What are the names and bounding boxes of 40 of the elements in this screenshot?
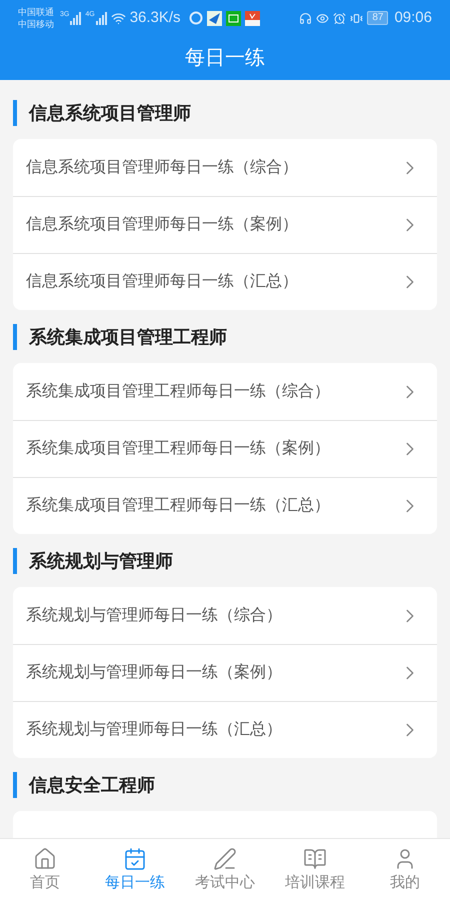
headphones-icon [299,12,312,24]
accent-bar [13,324,17,350]
accent-bar [13,100,17,126]
tab[interactable]: 考试中心 [180,839,270,900]
network-speed: 36.3K/s [130,8,181,28]
clock: 09:06 [394,8,432,28]
tab[interactable]: 培训课程 [270,839,360,900]
pen-icon [213,847,237,871]
home-icon [33,847,57,871]
section-title: 信息系统项目管理师 [29,102,191,124]
tab[interactable]: 首页 [0,839,90,900]
carrier-label: 中国移动 [18,18,54,30]
book-icon [303,847,327,871]
list-item[interactable]: 系统集成项目管理工程师每日一练（综合） [13,363,437,420]
list-item[interactable]: 系统规划与管理师每日一练（案例） [13,644,437,701]
accent-bar [13,772,17,798]
list-item[interactable]: 信息系统项目管理师每日一练（案例） [13,196,437,253]
app-icon [244,10,260,26]
app-icon [206,10,222,26]
app-icon [226,10,241,26]
calendar-icon [123,847,147,871]
alarm-icon [333,12,346,24]
app-icon [188,11,203,25]
page-title: 每日一练 [185,46,265,71]
tab[interactable]: 我的 [360,839,450,900]
section-title: 信息安全工程师 [29,774,155,796]
accent-bar [13,548,17,574]
list-item[interactable]: 信息系统项目管理师每日一练（汇总） [13,253,437,310]
wifi-icon [110,10,126,26]
list-item[interactable]: 系统集成项目管理工程师每日一练（汇总） [13,477,437,534]
list-item[interactable]: 系统规划与管理师每日一练（汇总） [13,701,437,758]
eye-icon [316,12,330,24]
carrier-label: 中国联通 [18,6,54,18]
list-item[interactable]: 信息系统项目管理师每日一练（综合） [13,139,437,196]
list-item[interactable]: 系统集成项目管理工程师每日一练（案例） [13,420,437,477]
vibrate-icon [350,12,364,24]
list-item[interactable]: 系统规划与管理师每日一练（综合） [13,587,437,644]
section-title: 系统集成项目管理工程师 [29,326,227,348]
battery-indicator: 87 [367,11,388,25]
section-title: 系统规划与管理师 [29,550,173,572]
